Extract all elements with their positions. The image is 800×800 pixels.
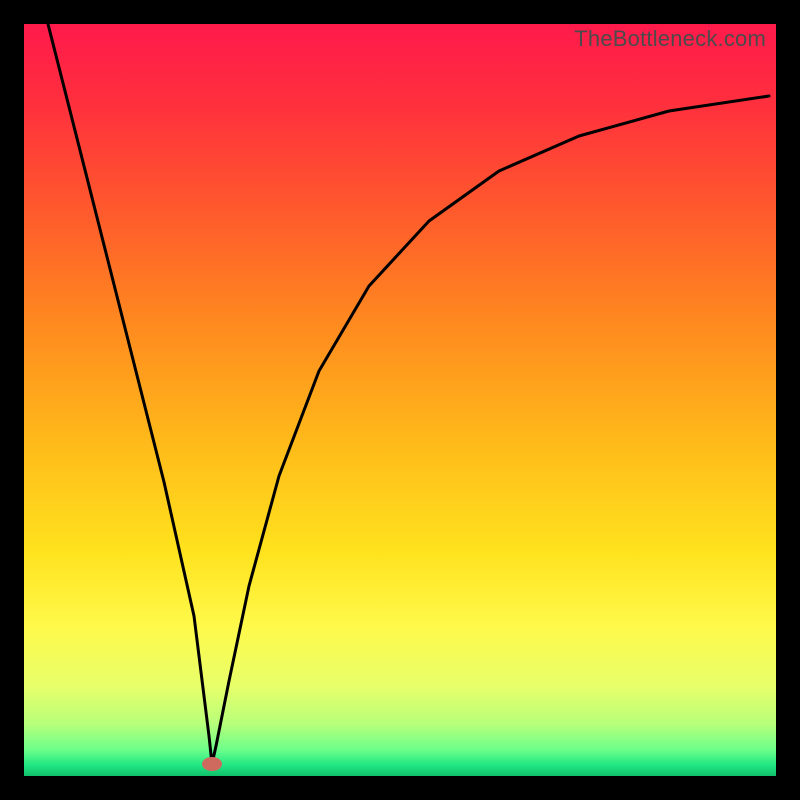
gradient-background <box>24 24 776 776</box>
minimum-marker <box>202 757 222 771</box>
chart-frame: TheBottleneck.com <box>24 24 776 776</box>
bottleneck-chart <box>24 24 776 776</box>
watermark-text: TheBottleneck.com <box>574 26 766 52</box>
